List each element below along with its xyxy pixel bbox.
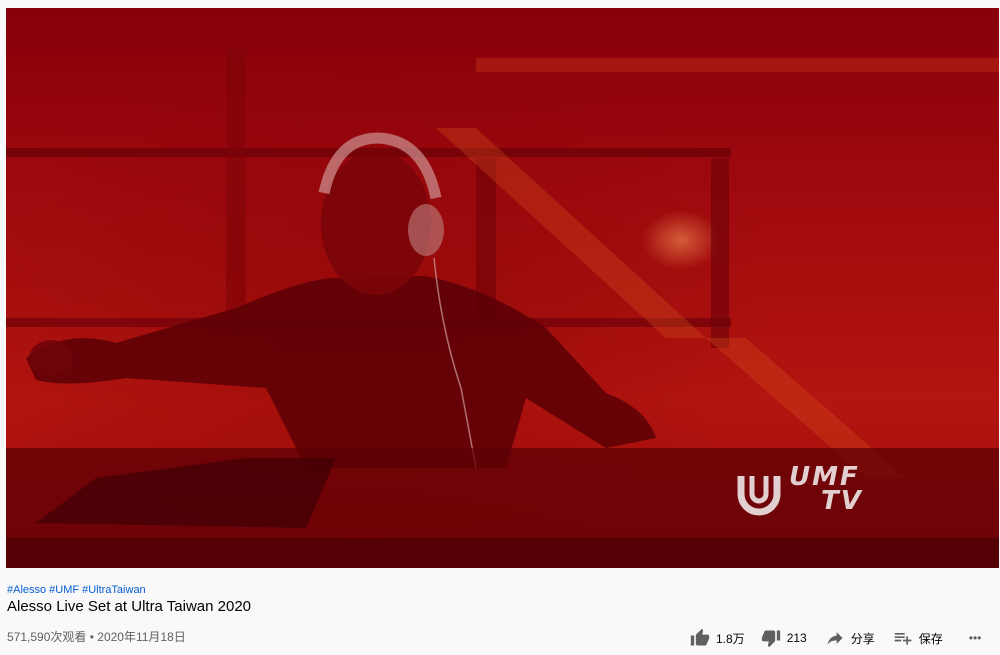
video-player[interactable]: UMF TV bbox=[6, 8, 999, 568]
umf-logo-icon bbox=[737, 476, 781, 516]
save-button[interactable]: 保存 bbox=[893, 628, 943, 648]
thumb-up-icon bbox=[690, 628, 710, 646]
upload-date: 2020年11月18日 bbox=[97, 630, 186, 644]
view-count: 571,590次观看 bbox=[7, 630, 87, 644]
action-bar: 1.8万 213 分享 保存 ••• bbox=[690, 626, 981, 650]
hashtag-link[interactable]: #UMF bbox=[49, 584, 79, 596]
video-meta: 571,590次观看 • 2020年11月18日 bbox=[7, 628, 186, 645]
hashtag-link[interactable]: #Alesso bbox=[7, 584, 46, 596]
more-icon: ••• bbox=[968, 631, 982, 645]
umf-tv-watermark: UMF TV bbox=[733, 462, 903, 522]
share-arrow-icon bbox=[827, 632, 843, 645]
dislike-count: 213 bbox=[786, 631, 807, 645]
share-label: 分享 bbox=[850, 631, 875, 646]
meta-separator: • bbox=[89, 630, 94, 644]
hashtag-list: #Alesso #UMF #UltraTaiwan bbox=[7, 584, 149, 596]
watermark-tv-text: TV bbox=[821, 486, 863, 516]
share-button[interactable]: 分享 bbox=[825, 628, 875, 648]
dislike-button[interactable]: 213 bbox=[761, 628, 807, 648]
video-title: Alesso Live Set at Ultra Taiwan 2020 bbox=[7, 598, 252, 615]
like-button[interactable]: 1.8万 bbox=[690, 628, 745, 648]
hashtag-link[interactable]: #UltraTaiwan bbox=[82, 584, 146, 596]
like-count: 1.8万 bbox=[716, 631, 745, 646]
thumb-down-icon bbox=[761, 630, 780, 648]
save-label: 保存 bbox=[918, 631, 943, 646]
playlist-add-icon bbox=[894, 633, 912, 645]
more-actions-button[interactable]: ••• bbox=[963, 631, 982, 645]
